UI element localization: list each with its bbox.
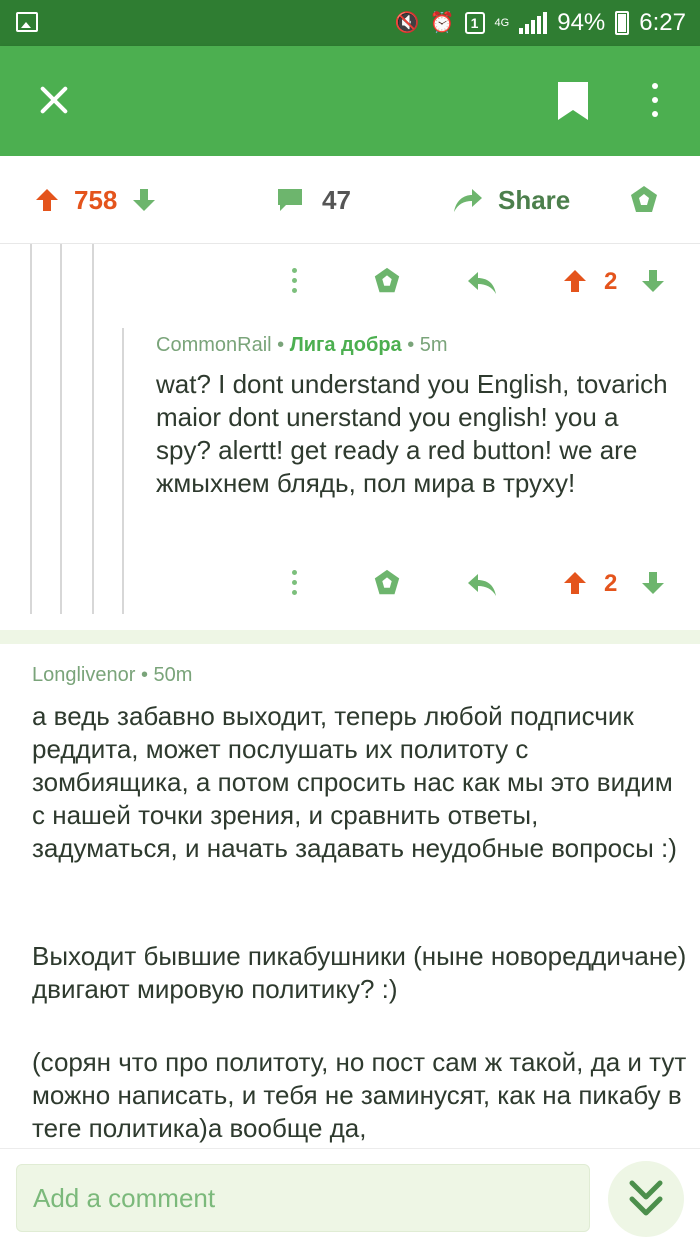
- thread-line: [92, 244, 94, 614]
- thread-divider: [0, 630, 700, 644]
- downvote-icon[interactable]: [131, 187, 157, 213]
- more-options-icon[interactable]: [290, 268, 298, 298]
- app-bar: [0, 46, 700, 156]
- double-chevron-down-icon: [629, 1180, 663, 1216]
- comment-time: 50m: [153, 664, 193, 686]
- share-icon: [454, 189, 482, 212]
- comment-paragraph: а ведь забавно выходит, теперь любой под…: [32, 701, 677, 863]
- comment-meta: Longlivenor • 50m: [32, 664, 193, 686]
- reply-text: wat? I dont understand you English, tova…: [156, 369, 668, 498]
- clock: 6:27: [639, 9, 686, 36]
- reply-meta: CommonRail • Лига добра • 5m: [156, 334, 448, 356]
- alarm-icon: ⏰: [429, 12, 455, 34]
- thread-line: [122, 328, 124, 614]
- post-vote-count: 758: [74, 184, 118, 215]
- battery-percent: 94%: [557, 9, 606, 36]
- vote-count: 2: [604, 268, 618, 295]
- signal-icon: [519, 12, 548, 34]
- bottom-bar: [0, 1148, 700, 1244]
- reply-time: 5m: [419, 334, 448, 356]
- comment-author[interactable]: Longlivenor: [32, 664, 135, 686]
- status-bar: 🔇 ⏰ 1 4G 94% 6:27: [0, 0, 700, 46]
- thread-line: [60, 244, 62, 614]
- post-comments[interactable]: 47: [276, 156, 351, 244]
- reply-icon[interactable]: [466, 268, 498, 296]
- post-comment-count: 47: [322, 184, 351, 215]
- vote-count: 2: [604, 570, 618, 597]
- scroll-next-button[interactable]: [608, 1161, 684, 1237]
- sim-icon: 1: [464, 12, 485, 34]
- thread-line: [30, 244, 32, 614]
- award-icon: [631, 186, 657, 212]
- more-options-icon[interactable]: [290, 570, 298, 600]
- bookmark-icon[interactable]: [556, 80, 590, 122]
- post-action-bar: 758 47 Share: [0, 156, 700, 244]
- add-comment-input[interactable]: [16, 1164, 590, 1232]
- reply-author[interactable]: CommonRail: [156, 334, 272, 356]
- gallery-notification-icon: [16, 12, 38, 32]
- comment-thread: 2 CommonRail • Лига добра • 5m wat? I do…: [0, 244, 700, 630]
- post-votes: 758: [34, 156, 157, 244]
- downvote-icon[interactable]: [640, 570, 666, 596]
- award-icon[interactable]: [372, 266, 402, 296]
- downvote-icon[interactable]: [640, 268, 666, 294]
- upvote-icon[interactable]: [34, 187, 60, 213]
- reply-flair: Лига добра: [289, 334, 402, 356]
- award-button[interactable]: [628, 156, 660, 244]
- comment-paragraph: (сорян что про политоту, но пост сам ж т…: [32, 1047, 687, 1143]
- share-label: Share: [498, 184, 571, 215]
- mute-icon: 🔇: [394, 12, 420, 34]
- network-type: 4G: [494, 17, 510, 29]
- upvote-icon[interactable]: [562, 570, 588, 596]
- comment-icon: [278, 189, 302, 211]
- reply-icon[interactable]: [466, 570, 498, 598]
- award-icon[interactable]: [372, 568, 402, 598]
- battery-icon: [615, 11, 630, 35]
- more-options-icon[interactable]: [640, 80, 670, 124]
- upvote-icon[interactable]: [562, 268, 588, 294]
- comment-paragraph: Выходит бывшие пикабушники (ныне новоред…: [32, 941, 687, 1004]
- close-icon[interactable]: [30, 76, 78, 124]
- share-button[interactable]: Share: [452, 156, 570, 244]
- status-icons: 🔇 ⏰ 1 4G 94% 6:27: [395, 8, 686, 38]
